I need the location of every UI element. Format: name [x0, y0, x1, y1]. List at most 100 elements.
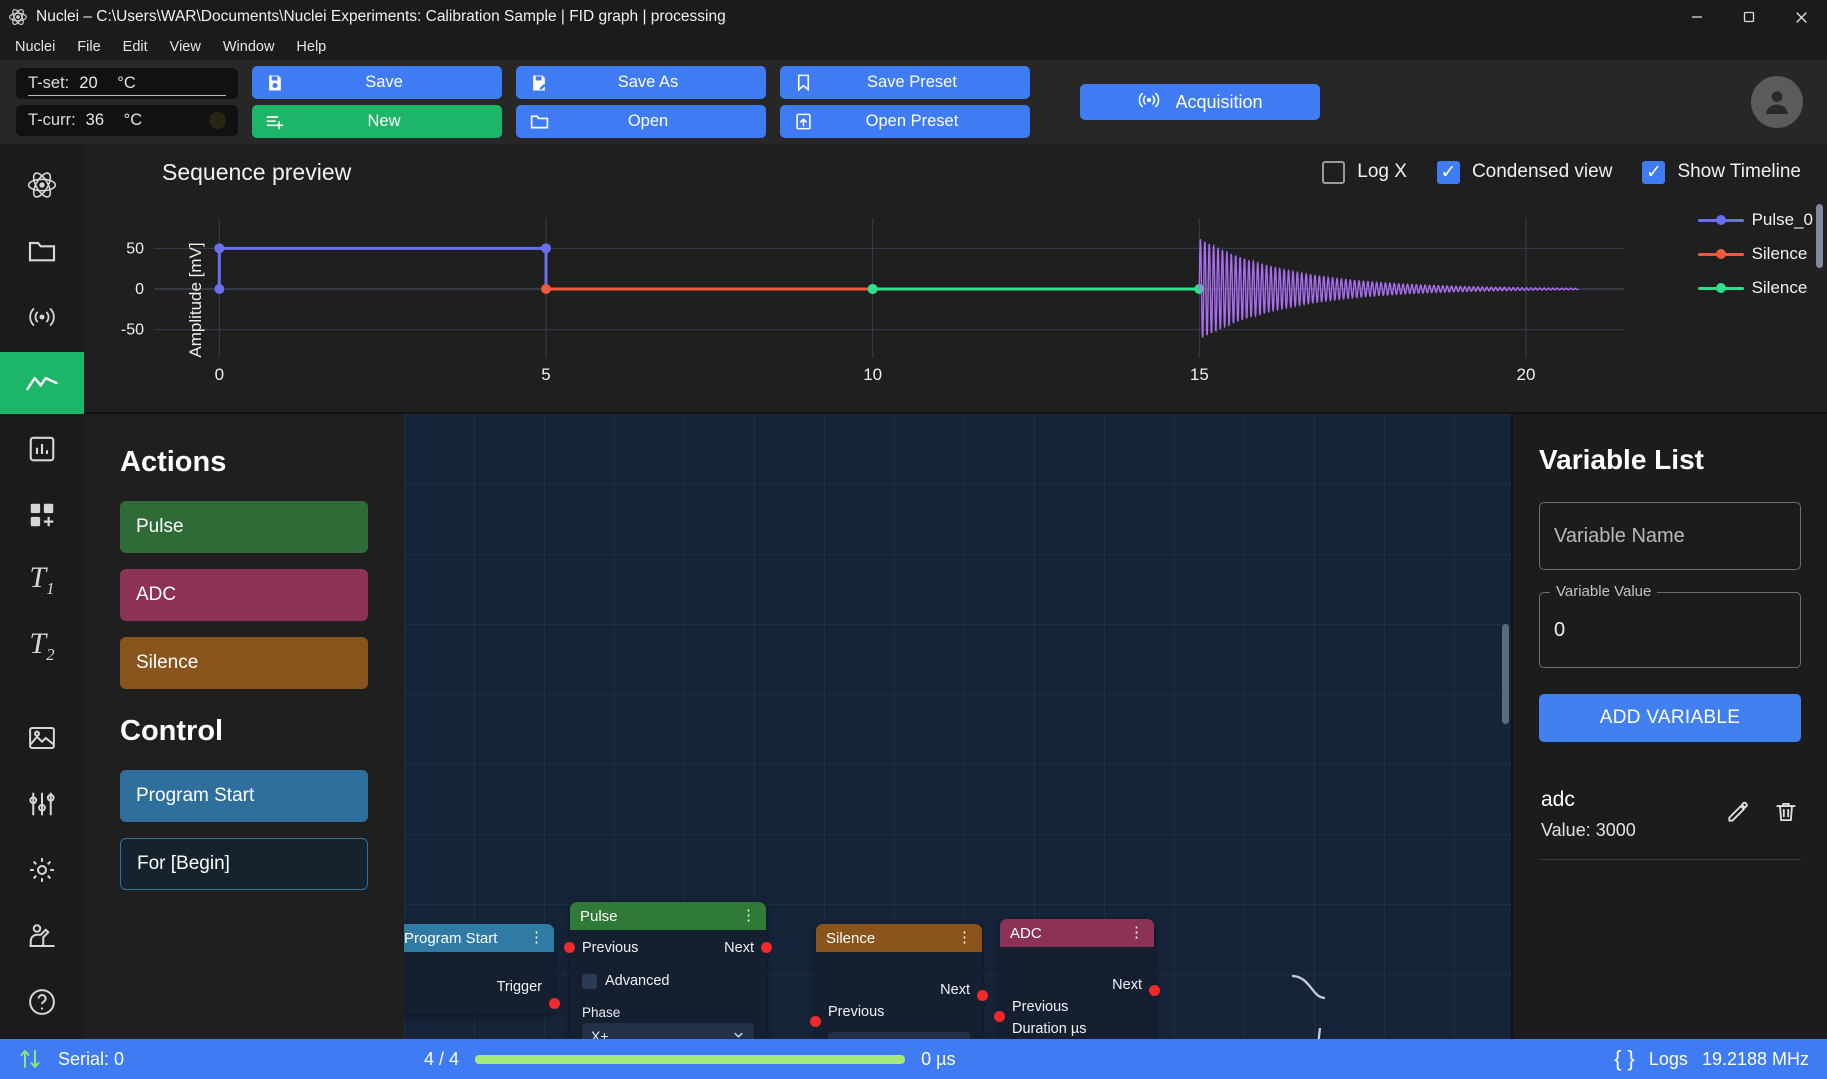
- variable-name-placeholder: Variable Name: [1554, 524, 1685, 547]
- port-next[interactable]: [977, 990, 988, 1001]
- close-button[interactable]: [1775, 0, 1827, 34]
- port-trigger[interactable]: [549, 998, 560, 1009]
- sidebar-item-settings[interactable]: [0, 839, 84, 901]
- folder-icon: [528, 111, 550, 133]
- legend-entry: Silence: [1697, 278, 1813, 298]
- variable-value-field[interactable]: Variable Value 0: [1539, 583, 1801, 668]
- node-pulse[interactable]: Pulse ⋮ Previous Next Advanced Phase X+: [564, 902, 772, 1039]
- sidebar-item-help[interactable]: [0, 971, 84, 1033]
- sidebar-item-files[interactable]: [0, 220, 84, 282]
- legend-entry: Silence: [1697, 244, 1813, 264]
- port-previous[interactable]: [810, 1016, 821, 1027]
- node-header[interactable]: ADC ⋮: [1000, 919, 1154, 947]
- port-next[interactable]: [1149, 985, 1160, 996]
- node-graph-canvas[interactable]: Program Start ⋮ Trigger Pulse ⋮ Previous…: [404, 414, 1511, 1039]
- port-label-previous: Previous: [1012, 999, 1069, 1015]
- time-stepper[interactable]: ‹ Time µs 4.0 ›: [828, 1032, 970, 1039]
- legend-label: Pulse_0: [1751, 210, 1813, 229]
- sidebar-item-acquisition[interactable]: [0, 286, 84, 348]
- menu-item-help[interactable]: Help: [287, 36, 335, 58]
- control-program-start-button[interactable]: Program Start: [120, 770, 368, 822]
- sidebar-item-modules[interactable]: [0, 484, 84, 546]
- legend-label: Silence: [1751, 244, 1808, 263]
- new-button-label: New: [367, 112, 401, 130]
- frequency-readout: 19.2188 MHz: [1701, 1048, 1809, 1069]
- svg-text:0: 0: [135, 281, 144, 298]
- pencil-icon[interactable]: [1725, 799, 1751, 830]
- port-previous[interactable]: [564, 942, 575, 953]
- port-previous[interactable]: [994, 1011, 1005, 1022]
- sequence-plot[interactable]: Amplitude [mV] -50 0 50 0 5 10 15 20 Pulse_0 Si…: [84, 200, 1827, 406]
- stepper-next-icon[interactable]: ›: [957, 1037, 962, 1039]
- node-menu-icon[interactable]: ⋮: [1129, 925, 1144, 939]
- menu-item-nuclei[interactable]: Nuclei: [6, 36, 64, 58]
- variable-name-input[interactable]: Variable Name: [1539, 502, 1801, 570]
- menu-item-edit[interactable]: Edit: [114, 36, 157, 58]
- menu-item-file[interactable]: File: [68, 36, 109, 58]
- t-set-field[interactable]: T-set: 20 °C: [16, 68, 238, 99]
- preview-scrollbar[interactable]: [1816, 204, 1823, 268]
- user-avatar-icon[interactable]: [1751, 76, 1803, 128]
- canvas-scrollbar[interactable]: [1502, 624, 1509, 724]
- logx-label: Log X: [1357, 161, 1407, 182]
- port-label-next: Next: [940, 982, 970, 998]
- save-button[interactable]: Save: [252, 66, 502, 99]
- checkbox-box: ✓: [1436, 160, 1460, 184]
- open-button[interactable]: Open: [516, 105, 766, 138]
- status-right-group: { } Logs 19.2188 MHz: [1614, 1046, 1809, 1072]
- node-program-start[interactable]: Program Start ⋮ Trigger: [404, 924, 560, 1014]
- temperature-block: T-set: 20 °C T-curr: 36 °C: [16, 68, 238, 136]
- sidebar-item-atom[interactable]: [0, 154, 84, 216]
- save-preset-button-label: Save Preset: [867, 73, 957, 91]
- advanced-checkbox[interactable]: Advanced: [582, 973, 754, 989]
- add-variable-button[interactable]: ADD VARIABLE: [1539, 694, 1801, 742]
- action-silence-button[interactable]: Silence: [120, 637, 368, 689]
- sidebar-item-hardware[interactable]: [0, 773, 84, 835]
- save-preset-button[interactable]: Save Preset: [780, 66, 1030, 99]
- minimize-button[interactable]: [1671, 0, 1723, 34]
- node-adc[interactable]: ADC ⋮ Next Previous Duration µs: [994, 919, 1160, 1039]
- menu-item-view[interactable]: View: [161, 36, 210, 58]
- sidebar-item-experiments[interactable]: [0, 707, 84, 769]
- sidebar-item-analysis[interactable]: [0, 418, 84, 480]
- node-menu-icon[interactable]: ⋮: [529, 930, 544, 944]
- save-as-button[interactable]: Save As: [516, 66, 766, 99]
- acquisition-button[interactable]: Acquisition: [1080, 84, 1320, 120]
- open-button-label: Open: [627, 112, 669, 130]
- new-button[interactable]: New: [252, 105, 502, 138]
- maximize-button[interactable]: [1723, 0, 1775, 34]
- sidebar-item-lab[interactable]: [0, 905, 84, 967]
- action-adc-button[interactable]: ADC: [120, 569, 368, 621]
- sidebar-item-sequence[interactable]: [0, 351, 84, 414]
- node-header[interactable]: Pulse ⋮: [570, 902, 766, 930]
- node-title: Silence: [826, 929, 876, 947]
- stepper-prev-icon[interactable]: ‹: [836, 1037, 841, 1039]
- condensed-view-checkbox[interactable]: ✓ Condensed view: [1436, 160, 1612, 184]
- control-for-begin-button[interactable]: For [Begin]: [120, 838, 368, 890]
- node-header[interactable]: Silence ⋮: [816, 924, 982, 952]
- port-next[interactable]: [761, 942, 772, 953]
- sidebar-item-t2[interactable]: T2: [0, 615, 84, 677]
- trash-icon[interactable]: [1773, 799, 1799, 830]
- sidebar-item-t1[interactable]: T1: [0, 550, 84, 612]
- title-bar: Nuclei – C:\Users\WAR\Documents\Nuclei E…: [0, 0, 1827, 34]
- phase-select[interactable]: X+: [582, 1023, 754, 1039]
- legend-swatch: [1697, 252, 1744, 256]
- action-adc-label: ADC: [136, 584, 177, 605]
- menu-item-window[interactable]: Window: [214, 36, 284, 58]
- actions-panel: Actions Pulse ADC Silence Control Progra…: [84, 414, 404, 1039]
- logx-checkbox[interactable]: ✓ Log X: [1322, 160, 1407, 184]
- action-pulse-button[interactable]: Pulse: [120, 501, 368, 553]
- chevron-down-icon: [732, 1028, 745, 1039]
- variable-list-item[interactable]: adc Value: 3000: [1539, 782, 1801, 860]
- open-preset-button[interactable]: Open Preset: [780, 105, 1030, 138]
- preset-buttons-column: Save Preset Open Preset: [780, 66, 1030, 138]
- show-timeline-checkbox[interactable]: ✓ Show Timeline: [1642, 160, 1801, 184]
- port-label-previous: Previous: [582, 940, 639, 956]
- logs-button[interactable]: Logs: [1649, 1049, 1688, 1070]
- node-menu-icon[interactable]: ⋮: [741, 908, 756, 922]
- node-menu-icon[interactable]: ⋮: [957, 930, 972, 944]
- node-header[interactable]: Program Start ⋮: [404, 924, 554, 952]
- app-logo-icon: [8, 7, 28, 27]
- node-silence[interactable]: Silence ⋮ Next Previous ‹ Time µs 4.0: [810, 924, 988, 1039]
